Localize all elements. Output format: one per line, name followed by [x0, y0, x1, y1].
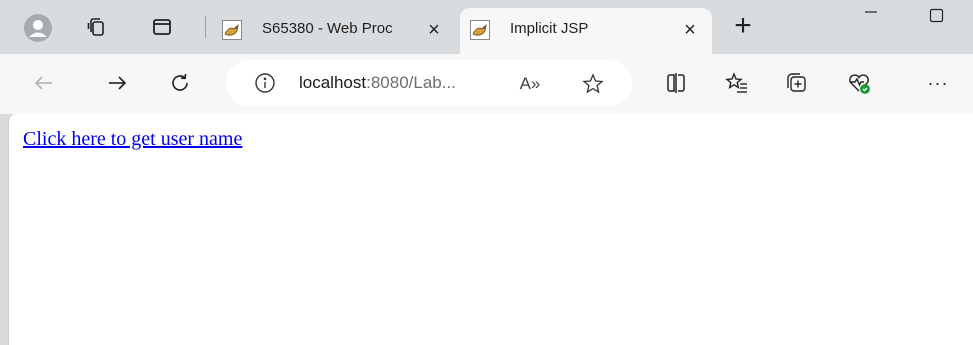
back-arrow-icon	[34, 76, 52, 90]
url-text[interactable]: localhost:8080/Lab...	[299, 73, 456, 93]
tab-web-programming[interactable]: S65380 - Web Proc ×	[212, 8, 456, 54]
back-button[interactable]	[30, 69, 58, 97]
address-bar[interactable]: localhost:8080/Lab... A»	[226, 60, 632, 106]
split-screen-icon[interactable]	[663, 70, 689, 96]
profile-avatar-icon[interactable]	[24, 14, 52, 42]
workspaces-icon[interactable]	[84, 15, 108, 39]
more-options-button[interactable]: ···	[925, 70, 951, 96]
tab-strip: S65380 - Web Proc × Implicit JSP × +	[0, 0, 973, 54]
tab-title: Implicit JSP	[510, 20, 589, 37]
tab-actions-icon[interactable]	[150, 15, 174, 39]
page-content: Click here to get user name	[8, 114, 973, 345]
minimize-button[interactable]	[848, 0, 894, 34]
tomcat-favicon-icon	[470, 20, 490, 40]
url-path: :8080/Lab...	[366, 73, 456, 92]
get-user-name-link[interactable]: Click here to get user name	[23, 128, 242, 151]
browser-essentials-icon[interactable]	[846, 70, 872, 96]
tab-close-button[interactable]: ×	[678, 18, 702, 42]
url-host: localhost	[299, 73, 367, 92]
favorite-star-icon[interactable]	[581, 72, 605, 96]
favorites-list-icon[interactable]	[724, 70, 750, 96]
refresh-button[interactable]	[166, 69, 194, 97]
tab-separator	[205, 16, 206, 38]
minimize-icon	[865, 11, 877, 13]
new-tab-button[interactable]: +	[728, 11, 758, 43]
maximize-button[interactable]	[914, 0, 960, 34]
refresh-icon	[172, 73, 188, 91]
read-aloud-icon[interactable]: A»	[518, 72, 542, 96]
forward-arrow-icon	[109, 76, 127, 90]
collections-icon[interactable]	[783, 70, 809, 96]
forward-button[interactable]	[103, 69, 131, 97]
tab-close-button[interactable]: ×	[422, 18, 446, 42]
tab-title: S65380 - Web Proc	[262, 20, 393, 37]
tab-implicit-jsp[interactable]: Implicit JSP ×	[460, 8, 712, 54]
browser-toolbar: localhost:8080/Lab... A» ···	[0, 54, 973, 114]
site-info-icon[interactable]	[254, 72, 276, 94]
tomcat-favicon-icon	[222, 20, 242, 40]
maximize-icon	[929, 8, 944, 23]
